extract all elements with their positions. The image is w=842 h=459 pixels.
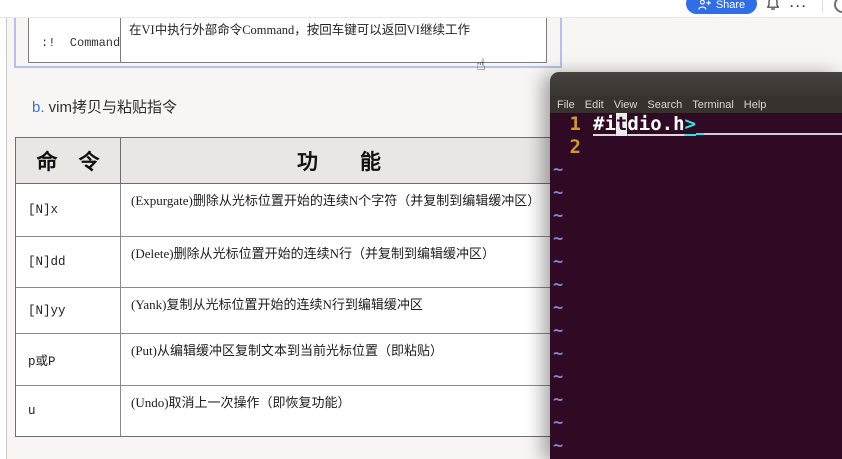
vim-copy-paste-table: 命 令 功 能 [N]x (Expurgate)删除从光标位置开始的连续N个字符… — [15, 137, 558, 437]
app-toolbar: Share ··· — [0, 0, 842, 18]
vim-tilde: ~ — [553, 436, 564, 456]
header-function: 功 能 — [297, 149, 381, 174]
function-cell: (Put)从编辑缓冲区复制文本到当前光标位置（即粘贴） — [131, 343, 444, 358]
table-row: [N]yy (Yank)复制从光标位置开始的连续N行到编辑缓冲区 — [16, 288, 557, 334]
vim-tilde: ~ — [553, 229, 564, 249]
vim-tilde: ~ — [553, 344, 564, 364]
function-cell: (Expurgate)删除从光标位置开始的连续N个字符（并复制到编辑缓冲区） — [131, 193, 541, 208]
section-heading: b. vim拷贝与粘贴指令 — [32, 96, 177, 117]
vim-tilde: ~ — [553, 275, 564, 295]
table-row: p或P (Put)从编辑缓冲区复制文本到当前光标位置（即粘贴） — [16, 334, 557, 386]
vim-tilde: ~ — [553, 367, 564, 387]
command-cell: u — [16, 386, 121, 436]
vim-tilde: ~ — [553, 206, 564, 226]
vim-line-1: 1 #i t dio.h > — [550, 113, 842, 136]
person-plus-icon — [698, 0, 711, 10]
terminal-window[interactable]: File Edit View Search Terminal Help 1 #i… — [550, 72, 842, 459]
hand-pointer-cursor-icon: ☝ — [476, 55, 486, 74]
vim-tilde: ~ — [553, 183, 564, 203]
vim-editor-area[interactable]: 1 #i t dio.h > 2 ~ ~ ~ ~ ~ ~ ~ ~ ~ ~ ~ ~ ~ — [550, 113, 842, 459]
page-edge-line — [6, 18, 7, 459]
table-row: [N]x (Expurgate)删除从光标位置开始的连续N个字符（并复制到编辑缓… — [16, 184, 557, 237]
vim-tilde: ~ — [553, 160, 564, 180]
vim-tilde: ~ — [553, 390, 564, 410]
share-button[interactable]: Share — [686, 0, 757, 14]
command-cell: p或P — [16, 334, 121, 385]
command-cell: [N]dd — [16, 237, 121, 287]
menu-help[interactable]: Help — [739, 99, 772, 111]
vim-tilde: ~ — [553, 298, 564, 318]
underline-cyan-segment — [696, 113, 704, 135]
table-row: u (Undo)取消上一次操作（即恢复功能） — [16, 386, 557, 436]
underline-extension — [704, 113, 842, 135]
angle-bracket: > — [684, 113, 696, 135]
vim-block-cursor: t — [615, 113, 628, 136]
table-row: [N]dd (Delete)删除从光标位置开始的连续N行（并复制到编辑缓冲区） — [16, 237, 557, 288]
function-cell: (Yank)复制从光标位置开始的连续N行到编辑缓冲区 — [131, 297, 423, 312]
menu-file[interactable]: File — [552, 99, 580, 111]
toolbar-divider — [822, 0, 823, 13]
avatar[interactable] — [834, 0, 842, 13]
command-cell: [N]yy — [16, 288, 121, 333]
vim-line-text: #i t dio.h > — [593, 113, 696, 136]
line-number: 1 — [569, 113, 581, 135]
line-number: 2 — [569, 136, 581, 158]
screen: :! Command 在VI中执行外部命令Command，按回车键可以返回VI继… — [0, 0, 842, 459]
vim-tilde: ~ — [553, 321, 564, 341]
share-label: Share — [715, 0, 746, 11]
command-cell: [N]x — [16, 184, 121, 236]
more-options-icon[interactable]: ··· — [790, 0, 808, 13]
notifications-bell-icon[interactable] — [765, 0, 781, 16]
function-cell: (Delete)删除从光标位置开始的连续N行（并复制到编辑缓冲区） — [131, 246, 495, 261]
menu-view[interactable]: View — [609, 99, 643, 111]
menu-edit[interactable]: Edit — [580, 99, 609, 111]
terminal-menubar: File Edit View Search Terminal Help — [550, 96, 842, 113]
vim-tilde: ~ — [553, 413, 564, 433]
function-cell: (Undo)取消上一次操作（即恢复功能） — [131, 395, 351, 410]
vim-tilde: ~ — [553, 252, 564, 272]
heading-title: vim拷贝与粘贴指令 — [44, 99, 178, 116]
terminal-titlebar[interactable] — [550, 72, 842, 96]
table-header-row: 命 令 功 能 — [16, 138, 557, 184]
vim-line-2: 2 — [550, 136, 842, 159]
menu-search[interactable]: Search — [642, 99, 687, 111]
menu-terminal[interactable]: Terminal — [687, 99, 739, 111]
text-before-cursor: #i — [593, 113, 616, 135]
text-after-cursor: dio.h — [627, 113, 685, 135]
heading-marker: b. — [32, 99, 45, 116]
header-command: 命 令 — [16, 138, 121, 183]
